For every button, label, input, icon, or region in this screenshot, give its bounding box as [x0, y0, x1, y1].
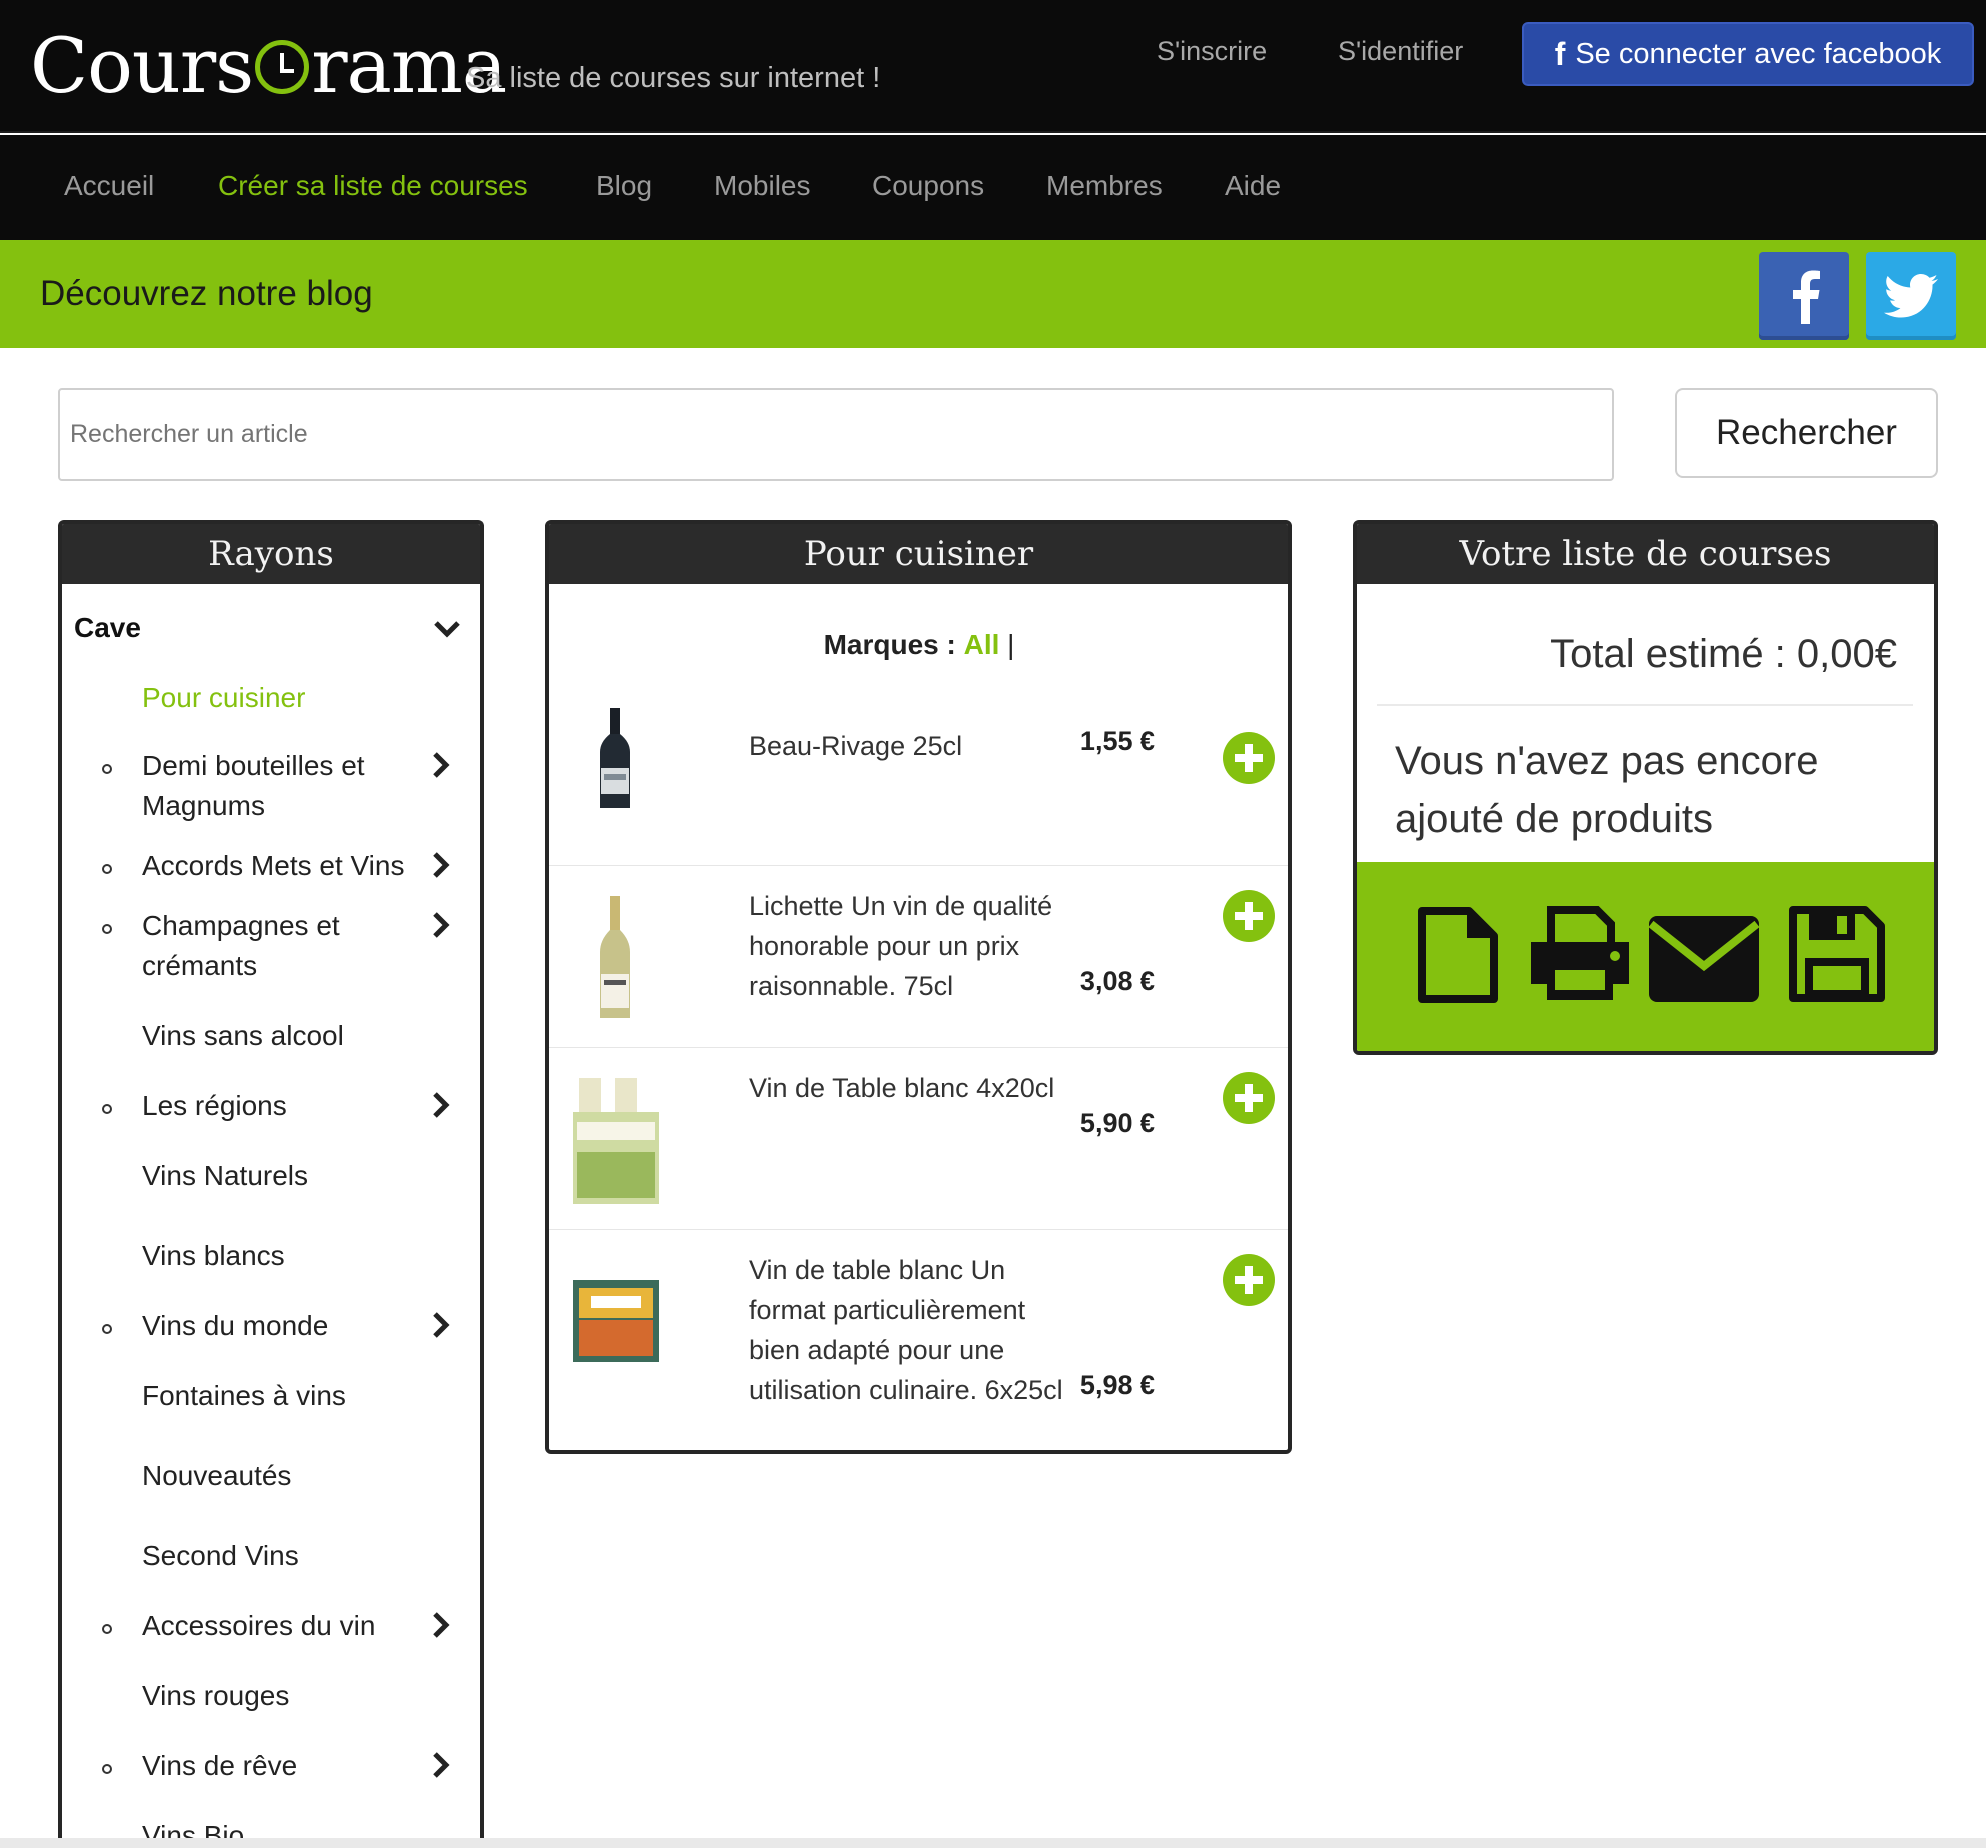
facebook-f-icon: f — [1554, 35, 1566, 72]
rayon-vins-de-reve[interactable]: Vins de rêve — [142, 1746, 442, 1786]
rayons-panel: Rayons Cave Pour cuisiner Demi bouteille… — [58, 520, 484, 1848]
product-price: 1,55 € — [1079, 726, 1155, 756]
products-panel: Pour cuisiner Marques : All | Beau-Rivag… — [545, 520, 1292, 1454]
product-name[interactable]: Vin de Table blanc 4x20cl — [749, 1068, 1079, 1108]
chevron-right-icon[interactable] — [432, 912, 450, 938]
brands-separator: | — [1007, 629, 1015, 660]
add-product-icon[interactable] — [1223, 1254, 1275, 1306]
article-search-input[interactable] — [58, 388, 1614, 481]
rayon-vins-sans-alcool[interactable]: Vins sans alcool — [142, 1016, 442, 1056]
product-row: Lichette Un vin de qualité honorable pou… — [549, 866, 1288, 1048]
rayon-accords-mets-vins[interactable]: Accords Mets et Vins — [142, 846, 442, 886]
product-price: 5,90 € — [1079, 1108, 1155, 1138]
bullet-icon — [102, 1104, 112, 1114]
main-nav: Accueil Créer sa liste de courses Blog M… — [0, 135, 1986, 240]
product-image — [573, 1078, 659, 1204]
product-row: Vin de table blanc Un format particulièr… — [549, 1230, 1288, 1450]
search-button[interactable]: Rechercher — [1675, 388, 1938, 478]
rayon-pour-cuisiner[interactable]: Pour cuisiner — [142, 678, 442, 718]
chevron-right-icon[interactable] — [432, 1312, 450, 1338]
rayon-nouveautes[interactable]: Nouveautés — [142, 1456, 442, 1496]
rayons-title: Rayons — [62, 524, 480, 584]
list-actions-bar — [1357, 862, 1934, 1051]
rayon-les-regions[interactable]: Les régions — [142, 1086, 442, 1126]
bullet-icon — [102, 864, 112, 874]
facebook-share-button[interactable] — [1759, 252, 1849, 340]
document-icon[interactable] — [1417, 906, 1499, 1004]
nav-aide[interactable]: Aide — [1225, 170, 1281, 202]
facebook-connect-label: Se connecter avec facebook — [1575, 37, 1942, 70]
rayon-vins-rouges[interactable]: Vins rouges — [142, 1676, 442, 1716]
nav-blog[interactable]: Blog — [596, 170, 652, 202]
chevron-down-icon[interactable] — [434, 620, 460, 638]
save-icon[interactable] — [1789, 906, 1885, 1002]
brands-label: Marques : — [823, 629, 956, 660]
twitter-share-button[interactable] — [1866, 252, 1956, 340]
nav-creer-liste[interactable]: Créer sa liste de courses — [218, 170, 528, 202]
product-price: 3,08 € — [1079, 966, 1155, 996]
chevron-right-icon[interactable] — [432, 1092, 450, 1118]
product-name[interactable]: Vin de table blanc Un format particulièr… — [749, 1250, 1079, 1410]
bullet-icon — [102, 1324, 112, 1334]
signup-link[interactable]: S'inscrire — [1157, 36, 1267, 67]
add-product-icon[interactable] — [1223, 890, 1275, 942]
rayon-fontaines[interactable]: Fontaines à vins — [142, 1376, 442, 1416]
brands-filter: Marques : All | — [549, 629, 1288, 661]
facebook-connect-button[interactable]: f Se connecter avec facebook — [1522, 22, 1974, 86]
banner-title[interactable]: Découvrez notre blog — [40, 274, 373, 314]
add-product-icon[interactable] — [1223, 1072, 1275, 1124]
facebook-icon — [1793, 270, 1820, 324]
horizontal-scrollbar[interactable] — [0, 1838, 1986, 1848]
nav-mobiles[interactable]: Mobiles — [714, 170, 810, 202]
chevron-right-icon[interactable] — [432, 752, 450, 778]
product-price: 5,98 € — [1079, 1370, 1155, 1400]
rayon-champagnes[interactable]: Champagnes et crémants — [142, 906, 442, 986]
chevron-right-icon[interactable] — [432, 1612, 450, 1638]
shopping-list-title: Votre liste de courses — [1357, 524, 1934, 584]
login-link[interactable]: S'identifier — [1338, 36, 1463, 67]
brand-all-link[interactable]: All — [964, 629, 1000, 660]
site-logo[interactable]: Cours rama — [30, 18, 507, 114]
print-icon[interactable] — [1527, 906, 1633, 1004]
rayon-vins-du-monde[interactable]: Vins du monde — [142, 1306, 442, 1346]
add-product-icon[interactable] — [1223, 732, 1275, 784]
shopping-list-panel: Votre liste de courses Total estimé : 0,… — [1353, 520, 1938, 1055]
divider — [1377, 704, 1913, 706]
product-image — [600, 896, 630, 1018]
rayon-demi-bouteilles[interactable]: Demi bouteilles et Magnums — [142, 746, 442, 826]
email-icon[interactable] — [1647, 914, 1761, 1004]
product-row: Beau-Rivage 25cl 1,55 € — [549, 684, 1288, 866]
clock-logo-icon — [255, 40, 310, 94]
bullet-icon — [102, 764, 112, 774]
estimated-total: Total estimé : 0,00€ — [1550, 632, 1897, 676]
product-image — [573, 1280, 659, 1362]
chevron-right-icon[interactable] — [432, 852, 450, 878]
rayon-accessoires[interactable]: Accessoires du vin — [142, 1606, 442, 1646]
product-name[interactable]: Lichette Un vin de qualité honorable pou… — [749, 886, 1079, 1006]
bullet-icon — [102, 924, 112, 934]
rayon-vins-blancs[interactable]: Vins blancs — [142, 1236, 442, 1276]
site-tagline: Sa liste de courses sur internet ! — [466, 62, 881, 94]
chevron-right-icon[interactable] — [432, 1752, 450, 1778]
nav-accueil[interactable]: Accueil — [64, 170, 154, 202]
top-header: Cours rama Sa liste de courses sur intern… — [0, 0, 1986, 133]
nav-coupons[interactable]: Coupons — [872, 170, 984, 202]
blog-banner: Découvrez notre blog — [0, 240, 1986, 348]
bullet-icon — [102, 1624, 112, 1634]
twitter-icon — [1884, 274, 1938, 318]
bullet-icon — [102, 1764, 112, 1774]
product-name[interactable]: Beau-Rivage 25cl — [749, 726, 1079, 766]
empty-list-message: Vous n'avez pas encore ajouté de produit… — [1395, 739, 1819, 841]
product-image — [600, 708, 630, 808]
products-panel-title: Pour cuisiner — [549, 524, 1288, 584]
rayon-second-vins[interactable]: Second Vins — [142, 1536, 442, 1576]
product-row: Vin de Table blanc 4x20cl 5,90 € — [549, 1048, 1288, 1230]
category-cave[interactable]: Cave — [74, 612, 141, 644]
nav-membres[interactable]: Membres — [1046, 170, 1163, 202]
rayon-vins-naturels[interactable]: Vins Naturels — [142, 1156, 442, 1196]
